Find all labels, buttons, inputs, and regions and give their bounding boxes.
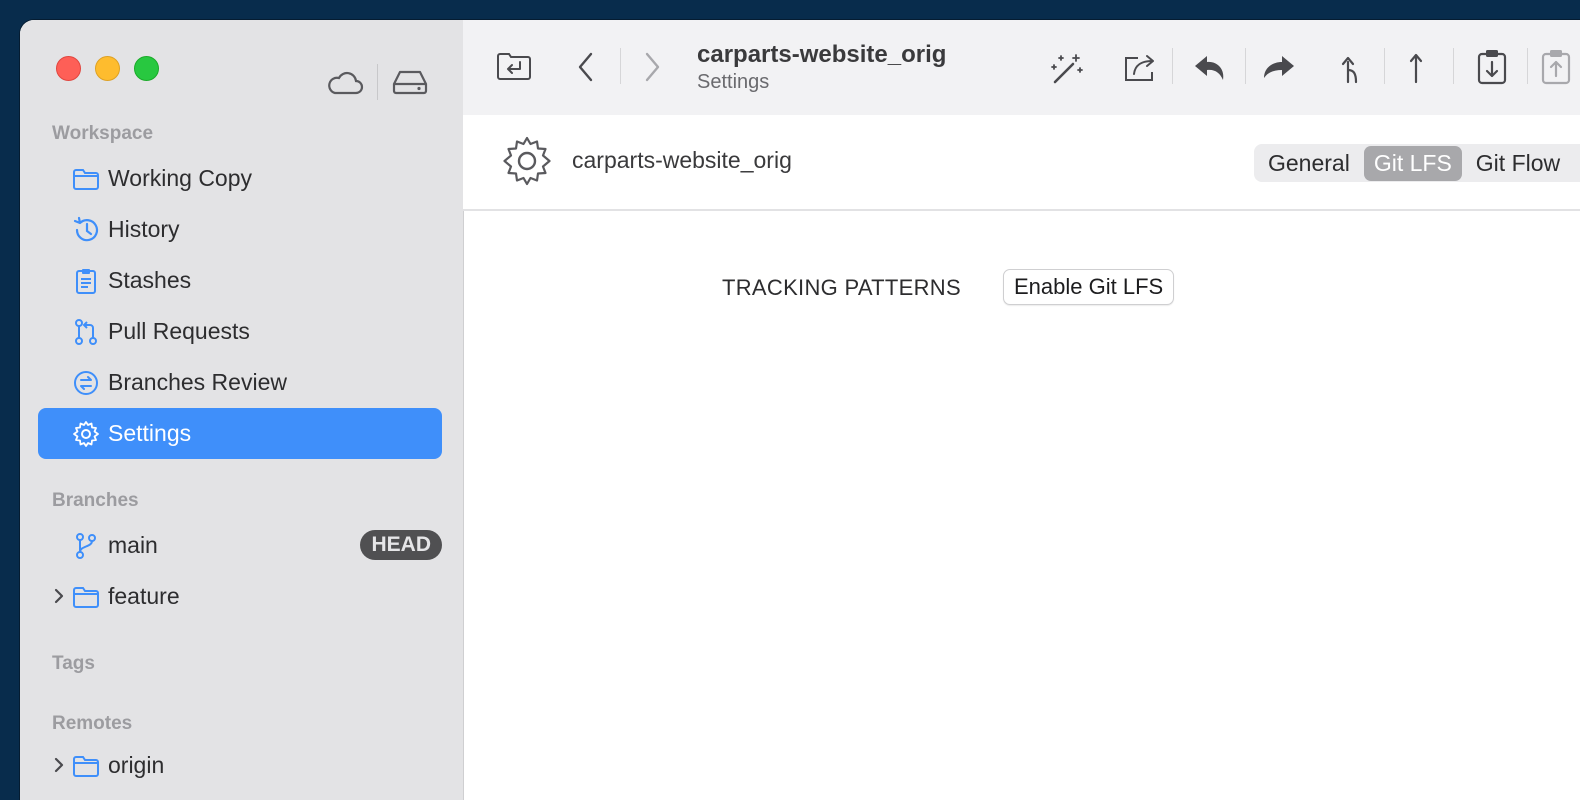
view-subtitle: Settings [697, 71, 770, 93]
open-repository-icon[interactable] [496, 50, 532, 82]
stash-icon[interactable] [1475, 48, 1509, 86]
minimize-window-button[interactable] [95, 56, 120, 81]
sidebar-item-history[interactable]: History [38, 204, 442, 255]
folder-icon [73, 756, 99, 777]
settings-header: carparts-website_orig General Git LFS Gi… [463, 115, 1580, 211]
settings-tabs: General Git LFS Git Flow [1254, 144, 1580, 182]
back-chevron-icon[interactable] [576, 50, 596, 84]
branch-folder-feature[interactable]: feature [38, 571, 442, 622]
tab-git-flow[interactable]: Git Flow [1466, 146, 1570, 181]
cloud-icon[interactable] [326, 68, 364, 96]
tracking-patterns-label: TRACKING PATTERNS [722, 275, 961, 300]
push-icon[interactable] [1406, 50, 1426, 86]
sidebar-item-stashes[interactable]: Stashes [38, 255, 442, 306]
remote-item-origin[interactable]: origin [38, 740, 442, 791]
sidebar: Workspace Working Copy History Stashes P… [20, 20, 464, 800]
gear-icon [73, 421, 99, 447]
clipboard-icon [76, 269, 96, 294]
tags-header: Tags [52, 653, 95, 674]
sidebar-item-label: Branches Review [108, 369, 287, 395]
sidebar-item-working-copy[interactable]: Working Copy [38, 153, 442, 204]
tab-general[interactable]: General [1258, 146, 1360, 181]
toolbar: carparts-website_orig Settings [463, 20, 1580, 116]
sidebar-item-label: Settings [108, 420, 192, 446]
enable-git-lfs-button[interactable]: Enable Git LFS [1003, 269, 1175, 305]
tab-git-lfs[interactable]: Git LFS [1363, 145, 1462, 181]
gear-icon [503, 136, 551, 186]
chevron-right-icon[interactable] [52, 586, 66, 606]
app-window: Workspace Working Copy History Stashes P… [20, 20, 1580, 800]
sidebar-item-settings[interactable]: Settings [38, 408, 442, 459]
sidebar-item-label: Pull Requests [108, 318, 250, 344]
folder-icon [73, 587, 99, 608]
forward-chevron-icon[interactable] [642, 50, 662, 84]
remote-label: origin [108, 752, 165, 778]
head-badge: HEAD [360, 530, 442, 560]
branch-item-main[interactable]: main HEAD [38, 520, 442, 571]
repository-name: carparts-website_orig [572, 147, 792, 173]
zoom-window-button[interactable] [134, 56, 159, 81]
magic-wand-icon[interactable] [1049, 52, 1085, 86]
sidebar-item-pull-requests[interactable]: Pull Requests [38, 306, 442, 357]
branch-folder-label: feature [108, 583, 180, 609]
branches-header: Branches [52, 490, 139, 511]
branch-label: main [108, 532, 158, 558]
branches-review-icon [74, 371, 98, 395]
sidebar-item-label: History [108, 216, 180, 242]
close-window-button[interactable] [56, 56, 81, 81]
pull-request-icon [75, 319, 97, 345]
redo-icon[interactable] [1260, 52, 1298, 84]
sidebar-top-icons [326, 64, 429, 100]
chevron-right-icon[interactable] [52, 755, 66, 775]
branch-icon [76, 533, 96, 559]
share-icon[interactable] [1122, 52, 1160, 84]
sidebar-item-label: Stashes [108, 267, 192, 293]
folder-icon [73, 169, 99, 190]
pop-stash-icon[interactable] [1539, 48, 1573, 86]
pull-icon[interactable] [1338, 50, 1364, 86]
undo-icon[interactable] [1191, 52, 1229, 84]
remotes-header: Remotes [52, 713, 133, 734]
repository-title: carparts-website_orig [697, 41, 947, 68]
hard-drive-icon[interactable] [391, 68, 429, 96]
sidebar-item-branches-review[interactable]: Branches Review [38, 357, 442, 408]
window-controls [56, 56, 159, 81]
history-icon [73, 216, 99, 242]
sidebar-item-label: Working Copy [108, 165, 253, 191]
workspace-header: Workspace [52, 123, 154, 144]
